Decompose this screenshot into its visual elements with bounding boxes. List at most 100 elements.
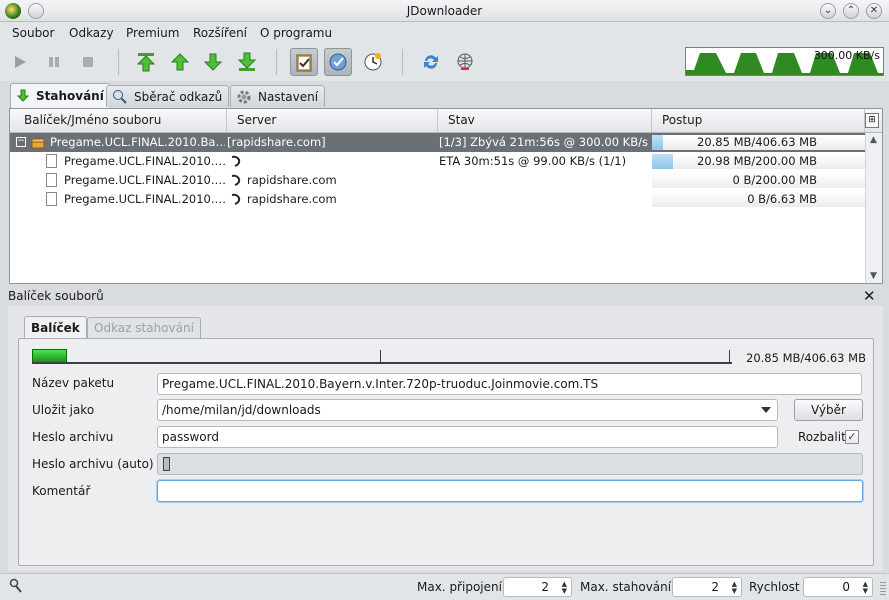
table-row[interactable]: Pregame.UCL.FINAL.2010.… ETA 30m:51s @ 9… bbox=[10, 152, 865, 171]
spin-down-icon[interactable]: ▼ bbox=[562, 587, 567, 595]
archive-password-field[interactable]: password bbox=[157, 426, 778, 448]
max-downloads-spinner[interactable]: 2 ▲ ▼ bbox=[672, 577, 742, 597]
column-chooser-button[interactable]: ⊞ bbox=[865, 113, 879, 128]
menu-rozsireni[interactable]: Rozšíření bbox=[193, 26, 247, 40]
minimize-button[interactable]: ⌄ bbox=[820, 3, 836, 19]
spin-down-icon[interactable]: ▼ bbox=[863, 587, 868, 595]
hoster-icon bbox=[231, 190, 241, 209]
row-status: ETA 30m:51s @ 99.00 KB/s (1/1) bbox=[439, 154, 627, 168]
reconnect-icon bbox=[329, 53, 347, 71]
package-name-label: Název paketu bbox=[32, 376, 115, 390]
start-button[interactable] bbox=[6, 48, 34, 76]
refresh-button[interactable] bbox=[417, 48, 445, 76]
speed-limit-label: Rychlost bbox=[749, 580, 800, 594]
archive-password-label: Heslo archivu bbox=[32, 430, 114, 444]
tab-settings[interactable]: Nastavení bbox=[230, 85, 326, 107]
hoster-icon bbox=[231, 171, 241, 190]
resize-grip[interactable] bbox=[880, 582, 886, 596]
speed-limit-spinner[interactable]: 0 ▲ ▼ bbox=[803, 577, 873, 597]
tab-downloads[interactable]: Stahování bbox=[10, 83, 111, 108]
row-status: [1/3] Zbývá 21m:56s @ 300.00 KB/s bbox=[439, 135, 648, 149]
row-status bbox=[439, 171, 651, 190]
close-window-button[interactable]: ✕ bbox=[866, 3, 882, 19]
row-name: Pregame.UCL.FINAL.2010.… bbox=[64, 192, 225, 206]
browse-button[interactable]: Výběr bbox=[794, 399, 863, 421]
move-top-button[interactable] bbox=[132, 48, 160, 76]
table-scrollbar[interactable]: ▲ ▼ bbox=[865, 133, 882, 283]
menu-odkazy[interactable]: Odkazy bbox=[69, 26, 114, 40]
toolbar-separator bbox=[276, 49, 277, 75]
column-header-status[interactable]: Stav bbox=[438, 109, 652, 132]
auto-reconnect-button[interactable] bbox=[324, 48, 352, 76]
move-top-icon bbox=[136, 53, 156, 72]
collapse-icon[interactable]: − bbox=[16, 137, 26, 147]
stop-button[interactable] bbox=[74, 48, 102, 76]
menu-bar: Soubor Odkazy Premium Rozšíření O progra… bbox=[0, 22, 889, 43]
network-button[interactable] bbox=[451, 48, 479, 76]
tab-downloads-label: Stahování bbox=[36, 89, 104, 103]
tab-settings-label: Nastavení bbox=[258, 89, 319, 104]
window-title: JDownloader bbox=[406, 4, 483, 18]
toolbar-separator bbox=[118, 49, 119, 75]
play-icon bbox=[15, 56, 26, 68]
package-name-field[interactable]: Pregame.UCL.FINAL.2010.Bayern.v.Inter.72… bbox=[157, 373, 862, 395]
row-progress-bar: 20.98 MB/200.00 MB bbox=[652, 154, 865, 169]
premium-key-icon[interactable] bbox=[9, 578, 23, 597]
status-bar: Max. připojení 2 ▲ ▼ Max. stahování 2 ▲ … bbox=[0, 573, 889, 600]
menu-soubor[interactable]: Soubor bbox=[12, 26, 54, 40]
move-down-icon bbox=[203, 53, 223, 71]
subtab-download-link[interactable]: Odkaz stahování bbox=[87, 317, 201, 338]
row-name: Pregame.UCL.FINAL.2010.… bbox=[64, 154, 225, 168]
move-up-button[interactable] bbox=[166, 48, 194, 76]
column-header-name[interactable]: Balíček/Jméno souboru bbox=[10, 109, 227, 132]
comment-field[interactable] bbox=[157, 480, 863, 502]
row-progress-text: 0 B/6.63 MB bbox=[747, 192, 817, 206]
table-header: Balíček/Jméno souboru Server Stav Postup… bbox=[10, 109, 882, 133]
clock-icon bbox=[364, 53, 382, 71]
pause-button[interactable] bbox=[40, 48, 68, 76]
table-row[interactable]: Pregame.UCL.FINAL.2010.… rapidshare.com … bbox=[10, 171, 865, 190]
speed-graph: 300.00 KB/s bbox=[685, 47, 884, 76]
tab-linkgrabber[interactable]: Sběrač odkazů bbox=[106, 85, 230, 107]
row-progress-text: 0 B/200.00 MB bbox=[732, 173, 817, 187]
maximize-button[interactable]: ⌃ bbox=[843, 3, 859, 19]
row-progress-bar: 0 B/200.00 MB bbox=[652, 173, 865, 188]
column-header-server[interactable]: Server bbox=[227, 109, 438, 132]
row-progress-text: 20.98 MB/200.00 MB bbox=[697, 154, 817, 168]
table-row[interactable]: − Pregame.UCL.FINAL.2010.Ba… [rapidshare… bbox=[10, 133, 865, 152]
row-server bbox=[247, 152, 437, 171]
move-bottom-button[interactable] bbox=[233, 48, 261, 76]
row-progress-text: 20.85 MB/406.63 MB bbox=[697, 135, 817, 149]
text-cursor-icon bbox=[163, 457, 170, 471]
download-arrow-icon bbox=[16, 89, 30, 103]
scroll-down-icon[interactable]: ▼ bbox=[870, 271, 877, 281]
title-bar: JDownloader ⌄ ⌃ ✕ bbox=[0, 0, 889, 22]
row-progress-bar: 0 B/6.63 MB bbox=[652, 192, 865, 207]
menu-premium[interactable]: Premium bbox=[126, 26, 179, 40]
scheduler-button[interactable] bbox=[359, 48, 387, 76]
chevron-down-icon bbox=[761, 407, 771, 413]
globe-icon bbox=[457, 53, 473, 70]
move-up-icon bbox=[170, 53, 190, 71]
subtab-package[interactable]: Balíček bbox=[24, 316, 87, 339]
max-downloads-value: 2 bbox=[711, 580, 719, 594]
archive-password-auto-label: Heslo archivu (auto) bbox=[32, 457, 154, 471]
scroll-up-icon[interactable]: ▲ bbox=[870, 135, 877, 145]
package-panel-header: Balíček souborů ✕ bbox=[0, 287, 889, 306]
spin-down-icon[interactable]: ▼ bbox=[732, 587, 737, 595]
max-connections-spinner[interactable]: 2 ▲ ▼ bbox=[503, 577, 572, 597]
save-as-combo[interactable]: /home/milan/jd/downloads bbox=[157, 399, 778, 421]
file-icon bbox=[46, 154, 57, 168]
max-downloads-label: Max. stahování bbox=[580, 580, 672, 594]
row-progress-bar: 20.85 MB/406.63 MB bbox=[652, 135, 865, 150]
move-down-button[interactable] bbox=[199, 48, 227, 76]
table-row[interactable]: Pregame.UCL.FINAL.2010.… rapidshare.com … bbox=[10, 190, 865, 209]
menu-o-programu[interactable]: O programu bbox=[260, 26, 332, 40]
downloads-table: Balíček/Jméno souboru Server Stav Postup… bbox=[9, 108, 883, 284]
close-panel-icon[interactable]: ✕ bbox=[863, 287, 876, 305]
current-speed-label: 300.00 KB/s bbox=[813, 49, 880, 62]
extract-checkbox[interactable]: ✓ bbox=[845, 430, 859, 444]
save-as-value: /home/milan/jd/downloads bbox=[162, 403, 321, 417]
column-header-progress[interactable]: Postup bbox=[652, 109, 865, 132]
clipboard-monitor-button[interactable] bbox=[290, 48, 318, 76]
